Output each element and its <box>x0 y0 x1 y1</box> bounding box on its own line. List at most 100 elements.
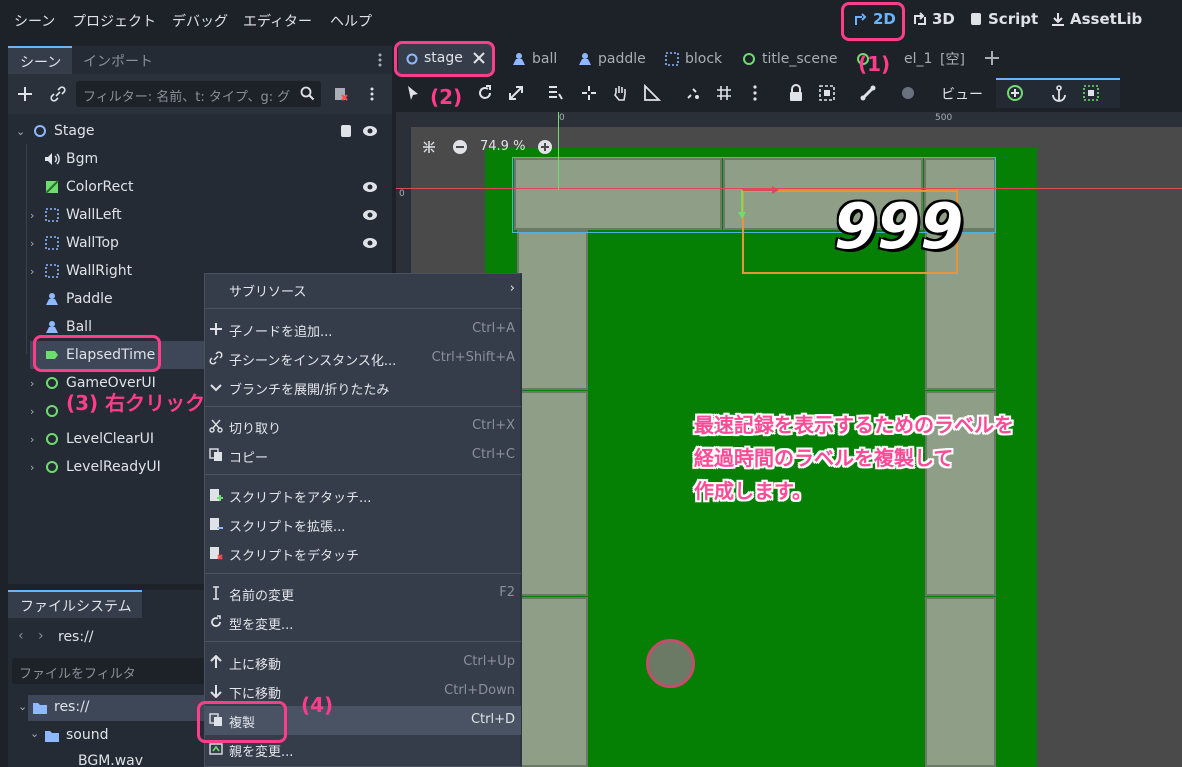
bone-icon[interactable] <box>859 84 877 102</box>
pivot-tool-icon[interactable] <box>580 84 598 102</box>
ctx-subresource[interactable]: サブリソース › <box>205 275 521 304</box>
fs-item-sound[interactable]: ⌄ sound <box>28 723 208 749</box>
zoom-in-icon[interactable] <box>537 139 553 155</box>
scene-tab-empty[interactable]: [空] <box>940 46 965 72</box>
ctx-label: スクリプトをデタッチ <box>229 549 360 564</box>
link-icon[interactable] <box>50 86 66 102</box>
ctx-rename[interactable]: 名前の変更 F2 <box>205 579 521 608</box>
tree-node-bgm[interactable]: Bgm <box>0 145 388 173</box>
ctx-instantiate[interactable]: 子シーンをインスタンス化... Ctrl+Shift+A <box>205 344 521 373</box>
scene-tab-label: ball <box>532 51 558 67</box>
script-attached-icon[interactable] <box>338 123 354 139</box>
lock-icon[interactable] <box>787 84 805 102</box>
menu-scene[interactable]: シーン <box>14 11 55 31</box>
scene-tab-label: title_scene <box>762 51 838 67</box>
ctx-expand-collapse[interactable]: ブランチを展開/折りたたみ <box>205 373 521 402</box>
ctx-label: 子シーンをインスタンス化... <box>229 354 397 369</box>
container-sizing-icon[interactable] <box>1082 84 1100 102</box>
filter-script-icon[interactable] <box>333 86 349 102</box>
eye-icon[interactable] <box>362 235 378 251</box>
tree-label: WallLeft <box>66 207 122 223</box>
ctx-cut[interactable]: 切り取り Ctrl+X <box>205 412 521 441</box>
add-scene-tab-icon[interactable] <box>984 50 1000 66</box>
menu-debug[interactable]: デバッグ <box>172 11 228 31</box>
tree-node-wallleft[interactable]: › WallLeft <box>0 201 388 229</box>
highlight-2d-box <box>841 2 905 41</box>
add-node-icon[interactable] <box>17 86 33 102</box>
fs-item-label: res:// <box>54 699 90 715</box>
zoom-out-icon[interactable] <box>452 139 468 155</box>
tab-filesystem[interactable]: ファイルシステム <box>8 590 142 618</box>
tree-node-colorrect[interactable]: ColorRect <box>0 173 388 201</box>
zoom-level[interactable]: 74.9 % <box>480 139 525 154</box>
camera-icon[interactable] <box>899 84 917 102</box>
eye-icon[interactable] <box>362 179 378 195</box>
rotate-tool-icon[interactable] <box>476 84 494 102</box>
scene-tab-paddle[interactable]: paddle <box>578 46 646 72</box>
pan-tool-icon[interactable] <box>611 84 629 102</box>
fs-item-bgm[interactable]: BGM.wav <box>56 751 206 767</box>
annotation-step-3: (3) 右クリック <box>66 391 206 415</box>
smart-snap-icon[interactable] <box>684 84 702 102</box>
mode-assetlib-button[interactable]: AssetLib <box>1050 10 1142 28</box>
menu-help[interactable]: ヘルプ <box>330 11 372 31</box>
mode-script-button[interactable]: Script <box>968 10 1038 28</box>
back-icon[interactable]: ‹ <box>18 628 24 644</box>
grid-snap-icon[interactable] <box>715 84 733 102</box>
ctx-copy[interactable]: コピー Ctrl+C <box>205 441 521 470</box>
tree-label: Paddle <box>66 291 113 307</box>
fs-path[interactable]: res:// <box>58 629 94 645</box>
control-icon <box>44 431 60 447</box>
scale-tool-icon[interactable] <box>507 84 525 102</box>
annotation-step-1: (1) <box>858 52 891 76</box>
tree-node-stage[interactable]: ⌄ Stage <box>0 117 388 145</box>
mode-3d-button[interactable]: 3D <box>912 10 955 28</box>
expand-arrow[interactable]: ⌄ <box>18 700 27 713</box>
center-view-icon[interactable] <box>422 140 436 154</box>
more-options-icon[interactable] <box>752 84 770 102</box>
score-label: 999 <box>834 190 964 263</box>
ruler-tool-icon[interactable] <box>643 84 661 102</box>
tab-import[interactable]: インポート <box>83 51 153 71</box>
scene-tab-label: block <box>685 51 723 67</box>
view-menu[interactable]: ビュー <box>941 84 983 104</box>
scene-tab-ball[interactable]: ball <box>512 46 557 72</box>
node-filter-input[interactable]: フィルター: 名前、t: タイプ、g: グ <box>76 81 321 107</box>
ctx-attach-script[interactable]: スクリプトをアタッチ... <box>205 481 521 510</box>
file-filter-input[interactable]: ファイルをフィルタ <box>12 658 212 684</box>
ctx-extend-script[interactable]: スクリプトを拡張... <box>205 510 521 539</box>
menu-editor[interactable]: エディター <box>243 11 312 31</box>
ctx-move-up[interactable]: 上に移動 Ctrl+Up <box>205 648 521 677</box>
group-icon[interactable] <box>818 84 836 102</box>
instanced-scene-icon <box>44 319 60 335</box>
select-tool-icon[interactable] <box>404 84 422 102</box>
ctx-change-type[interactable]: 型を変更... <box>205 608 521 637</box>
scene-tab-block[interactable]: block <box>665 46 722 72</box>
annotation-step-4: (4) <box>301 693 334 717</box>
scene-tab-label: [空] <box>940 52 965 68</box>
list-select-icon[interactable] <box>546 84 564 102</box>
ctx-shortcut: Ctrl+Down <box>444 683 515 698</box>
tab-filesystem-label: ファイルシステム <box>20 599 132 615</box>
tab-scene[interactable]: シーン <box>8 46 72 74</box>
fs-item-res[interactable]: res:// <box>28 695 208 721</box>
eye-icon[interactable] <box>362 123 378 139</box>
tree-label: Ball <box>66 319 92 335</box>
eye-icon[interactable] <box>362 207 378 223</box>
link-icon <box>209 351 223 365</box>
tree-node-walltop[interactable]: › WallTop <box>0 229 388 257</box>
forward-icon[interactable]: › <box>38 628 44 644</box>
menu-project[interactable]: プロジェクト <box>72 11 156 31</box>
3d-mode-icon <box>914 12 926 25</box>
scene-menu-icon[interactable] <box>370 86 374 102</box>
ctx-add-child[interactable]: 子ノードを追加... Ctrl+A <box>205 315 521 344</box>
scene-tab-title-scene[interactable]: title_scene <box>742 46 837 72</box>
note-line: 作成します。 <box>694 479 812 503</box>
anchor-icon[interactable] <box>1050 84 1068 102</box>
add-point-icon[interactable] <box>1006 84 1024 102</box>
move-gizmo-icon[interactable] <box>734 182 784 222</box>
arrow-down-icon <box>210 685 222 698</box>
ctx-detach-script[interactable]: スクリプトをデタッチ <box>205 539 521 568</box>
dock-menu-icon[interactable] <box>378 52 382 68</box>
ctx-label: 下に移動 <box>229 687 282 702</box>
